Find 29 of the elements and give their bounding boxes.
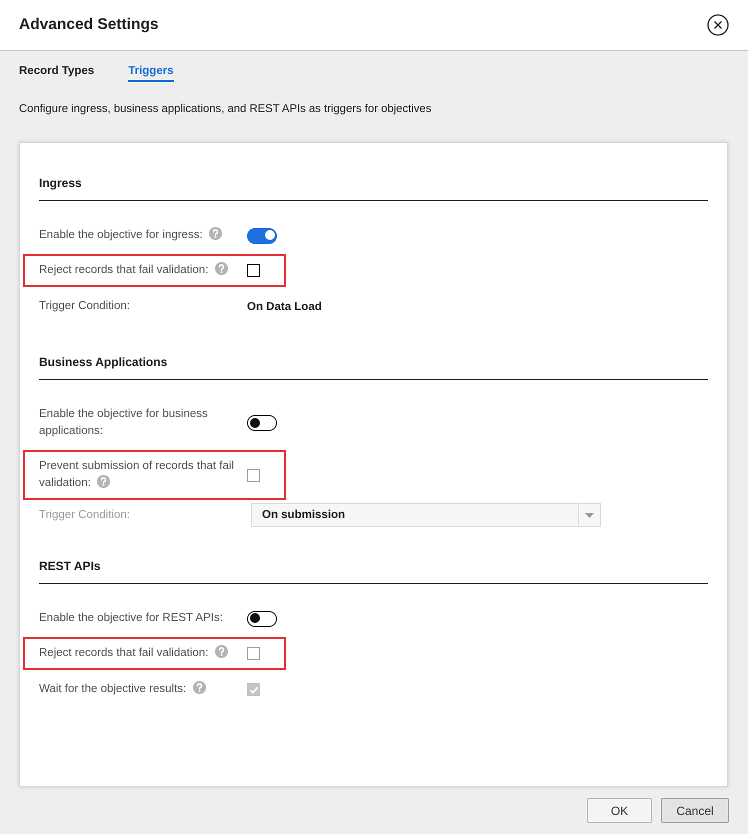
toggle-switch[interactable] bbox=[247, 610, 277, 626]
section-heading: REST APIs bbox=[39, 558, 708, 584]
section-heading: Business Applications bbox=[39, 354, 708, 380]
description-text: Configure ingress, business applications, and REST APIs as triggers for objectives bbox=[19, 102, 432, 117]
section-heading: Ingress bbox=[39, 175, 708, 201]
tick-icon bbox=[248, 684, 258, 694]
toggle-switch[interactable] bbox=[247, 228, 277, 244]
setting-label: Enable the objective for REST APIs: bbox=[39, 612, 223, 624]
setting-label: Trigger Condition: bbox=[39, 508, 130, 520]
tab[interactable]: Triggers bbox=[128, 63, 174, 82]
tab[interactable]: Record Types bbox=[19, 63, 94, 82]
checkbox[interactable] bbox=[247, 264, 260, 277]
help-icon[interactable] bbox=[209, 227, 222, 240]
setting-label: Reject records that fail validation: bbox=[39, 264, 228, 276]
close-button[interactable] bbox=[707, 14, 729, 36]
setting-label: Prevent submission of records that fail validation: bbox=[39, 460, 234, 489]
toggle-switch[interactable] bbox=[247, 415, 277, 431]
setting-label: Wait for the objective results: bbox=[39, 683, 206, 695]
dialog-button[interactable]: OK bbox=[587, 798, 652, 823]
dialog-title: Advanced Settings bbox=[19, 16, 159, 34]
setting-label: Trigger Condition: bbox=[39, 300, 130, 312]
setting-label: Enable the objective for business applications: bbox=[39, 408, 208, 437]
setting-label: Enable the objective for ingress: bbox=[39, 229, 222, 241]
dialog-button[interactable]: Cancel bbox=[661, 798, 729, 823]
trigger-value: On Data Load bbox=[247, 300, 322, 312]
help-icon[interactable] bbox=[214, 262, 228, 275]
caret-icon bbox=[585, 512, 594, 518]
setting-label: Reject records that fail validation: bbox=[39, 647, 228, 659]
close-icon bbox=[707, 14, 729, 36]
